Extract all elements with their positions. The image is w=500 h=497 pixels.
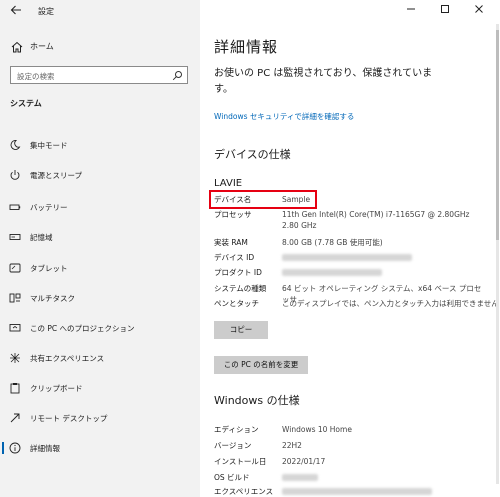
rename-pc-button[interactable]: この PC の名前を変更	[214, 356, 308, 374]
sidebar-item-label: 共有エクスペリエンス	[30, 354, 105, 363]
power-icon	[10, 170, 20, 180]
device-name-highlight	[209, 190, 317, 209]
spec-key: システムの種類	[214, 284, 267, 293]
home-label: ホーム	[30, 42, 54, 51]
spec-key: バージョン	[214, 441, 252, 450]
sidebar-item-label: この PC へのプロジェクション	[30, 324, 135, 333]
spec-key: インストール日	[214, 457, 267, 466]
sidebar-item-clipboard[interactable]: クリップボード	[0, 377, 200, 399]
main-content: 詳細情報 お使いの PC は監視されており、保護されています。 Windows …	[200, 0, 500, 497]
spec-value-redacted	[282, 252, 482, 264]
minimize-icon	[407, 8, 415, 10]
sidebar-item-label: 集中モード	[30, 141, 68, 150]
sidebar-item-label: 記憶域	[30, 233, 53, 242]
maximize-button[interactable]	[436, 3, 454, 21]
spec-value: 22H2	[282, 441, 302, 450]
spec-value-redacted	[282, 267, 482, 279]
clipboard-icon	[10, 383, 20, 394]
back-button[interactable]	[8, 4, 24, 20]
sidebar-item-label: 詳細情報	[30, 444, 60, 453]
share-icon	[10, 353, 20, 363]
window-controls	[390, 0, 500, 24]
spec-value: このディスプレイでは、ペン入力とタッチ入力は利用できません	[282, 299, 499, 308]
sidebar-item-remote[interactable]: リモート デスクトップ	[0, 407, 200, 429]
device-model-name: LAVIE	[214, 178, 243, 189]
spec-key: プロダクト ID	[214, 268, 262, 277]
minimize-button[interactable]	[402, 3, 420, 21]
tablet-icon	[9, 263, 21, 273]
section-label: システム	[10, 99, 42, 108]
spec-key: エクスペリエンス	[214, 487, 274, 496]
moon-icon	[10, 140, 21, 150]
search-input[interactable]: 設定の検索	[10, 66, 188, 84]
sidebar-item-multitask[interactable]: マルチタスク	[0, 287, 200, 309]
multitask-icon	[9, 293, 21, 303]
sidebar-item-shared[interactable]: 共有エクスペリエンス	[0, 347, 200, 369]
spec-key: OS ビルド	[214, 473, 250, 482]
spec-value: 11th Gen Intel(R) Core(TM) i7-1165G7 @ 2…	[282, 210, 470, 230]
close-icon	[475, 5, 483, 13]
spec-key: デバイス ID	[214, 253, 255, 262]
spec-value-redacted	[282, 472, 482, 484]
maximize-icon	[441, 5, 449, 13]
spec-value: 8.00 GB (7.78 GB 使用可能)	[282, 238, 383, 247]
app-title: 設定	[38, 7, 54, 16]
storage-icon	[9, 234, 21, 240]
sidebar-item-label: クリップボード	[30, 384, 83, 393]
spec-value: 2022/01/17	[282, 457, 326, 466]
spec-value: Windows 10 Home	[282, 425, 352, 434]
sidebar-item-about[interactable]: 詳細情報	[0, 437, 200, 459]
scrollbar-thumb[interactable]	[496, 30, 499, 240]
battery-icon	[9, 204, 21, 210]
sidebar-item-label: バッテリー	[30, 203, 68, 212]
device-spec-heading: デバイスの仕様	[214, 148, 291, 161]
spec-key: 実装 RAM	[214, 238, 248, 247]
copy-button[interactable]: コピー	[214, 321, 268, 339]
spec-key: ペンとタッチ	[214, 299, 259, 308]
windows-spec-heading: Windows の仕様	[214, 394, 300, 407]
close-button[interactable]	[470, 3, 488, 21]
sidebar-item-power[interactable]: 電源とスリープ	[0, 164, 200, 186]
sidebar-item-storage[interactable]: 記憶域	[0, 226, 200, 248]
sidebar-item-label: リモート デスクトップ	[30, 414, 108, 423]
home-nav-item[interactable]: ホーム	[0, 36, 200, 58]
remote-desktop-icon	[10, 413, 20, 423]
search-icon	[172, 71, 182, 81]
spec-key: エディション	[214, 425, 259, 434]
sidebar-item-focus[interactable]: 集中モード	[0, 134, 200, 156]
protection-notice: お使いの PC は監視されており、保護されています。	[214, 68, 433, 95]
sidebar-item-label: マルチタスク	[30, 294, 75, 303]
back-arrow-icon	[10, 5, 21, 15]
search-placeholder: 設定の検索	[17, 72, 55, 81]
title-bar: 設定	[0, 0, 200, 24]
spec-key: プロセッサ	[214, 210, 252, 219]
sidebar-item-tablet[interactable]: タブレット	[0, 257, 200, 279]
projection-icon	[9, 324, 21, 332]
sidebar: 設定 ホーム 設定の検索 システム 集中モード 電源とスリープ バッテリー 記憶…	[0, 0, 200, 497]
security-link[interactable]: Windows セキュリティで詳細を確認する	[214, 111, 354, 122]
sidebar-item-label: タブレット	[30, 264, 68, 273]
sidebar-item-battery[interactable]: バッテリー	[0, 196, 200, 218]
page-title: 詳細情報	[214, 38, 279, 56]
spec-value-redacted	[282, 486, 482, 497]
home-icon	[11, 41, 23, 53]
sidebar-item-projection[interactable]: この PC へのプロジェクション	[0, 317, 200, 339]
info-icon	[9, 442, 21, 454]
sidebar-item-label: 電源とスリープ	[30, 171, 83, 180]
